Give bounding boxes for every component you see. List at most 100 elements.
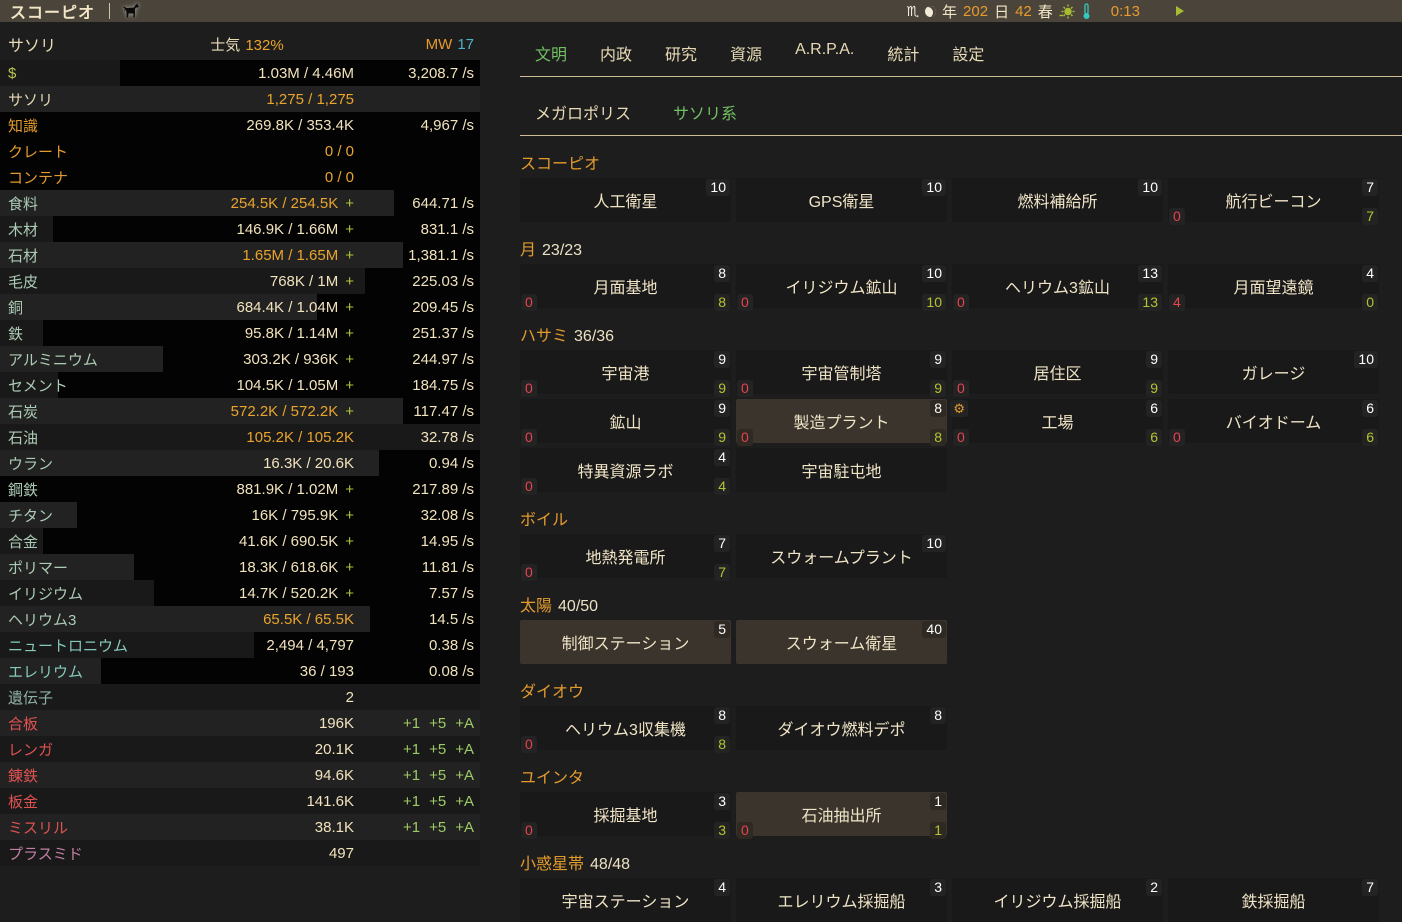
power-on-badge[interactable]: 9	[714, 380, 730, 397]
building-button[interactable]: 鉱山909	[520, 399, 731, 443]
power-on-badge[interactable]: 10	[922, 294, 946, 311]
craft-button[interactable]: +5	[429, 715, 446, 732]
craft-button[interactable]: +1	[403, 741, 420, 758]
trade-buy-button[interactable]: +	[345, 507, 354, 524]
power-on-badge[interactable]: 8	[714, 736, 730, 753]
main-tab[interactable]: 内政	[600, 41, 632, 65]
power-on-badge[interactable]: 9	[714, 429, 730, 446]
power-on-badge[interactable]: 6	[1146, 429, 1162, 446]
building-button[interactable]: 居住区909	[952, 350, 1163, 394]
trade-buy-button[interactable]: +	[345, 559, 354, 576]
building-button[interactable]: 人工衛星10	[520, 178, 731, 222]
building-button[interactable]: 石油抽出所101	[736, 792, 947, 836]
power-on-badge[interactable]: 8	[930, 429, 946, 446]
main-tab[interactable]: A.R.P.A.	[795, 41, 854, 65]
building-button[interactable]: 制御ステーション5	[520, 620, 731, 664]
building-button[interactable]: 宇宙港909	[520, 350, 731, 394]
power-on-badge[interactable]: 9	[930, 380, 946, 397]
power-off-badge[interactable]: 0	[521, 822, 537, 839]
trade-buy-button[interactable]: +	[345, 351, 354, 368]
power-off-badge[interactable]: 0	[953, 380, 969, 397]
building-button[interactable]: 燃料補給所10	[952, 178, 1163, 222]
power-off-badge[interactable]: 0	[521, 736, 537, 753]
building-button[interactable]: 航行ビーコン707	[1168, 178, 1379, 222]
trade-buy-button[interactable]: +	[345, 533, 354, 550]
pet-dog-icon[interactable]	[122, 3, 140, 19]
building-button[interactable]: ダイオウ燃料デポ8	[736, 706, 947, 750]
power-off-badge[interactable]: 0	[953, 294, 969, 311]
trade-buy-button[interactable]: +	[345, 403, 354, 420]
power-off-badge[interactable]: 0	[1169, 429, 1185, 446]
power-on-badge[interactable]: 13	[1138, 294, 1162, 311]
play-button[interactable]	[1176, 6, 1184, 16]
trade-buy-button[interactable]: +	[345, 221, 354, 238]
power-on-badge[interactable]: 3	[714, 822, 730, 839]
building-button[interactable]: 宇宙管制塔909	[736, 350, 947, 394]
main-tab[interactable]: 資源	[730, 41, 762, 65]
building-button[interactable]: スウォームプラント10	[736, 534, 947, 578]
power-off-badge[interactable]: 0	[1169, 208, 1185, 225]
power-on-badge[interactable]: 7	[714, 564, 730, 581]
main-tab[interactable]: 文明	[535, 41, 567, 65]
building-button[interactable]: ガレージ10	[1168, 350, 1379, 394]
building-button[interactable]: GPS衛星10	[736, 178, 947, 222]
power-on-badge[interactable]: 6	[1362, 429, 1378, 446]
trade-buy-button[interactable]: +	[345, 481, 354, 498]
power-off-badge[interactable]: 0	[521, 478, 537, 495]
building-button[interactable]: 地熱発電所707	[520, 534, 731, 578]
craft-button[interactable]: +A	[455, 741, 474, 758]
power-off-badge[interactable]: 4	[1169, 294, 1185, 311]
trade-buy-button[interactable]: +	[345, 585, 354, 602]
main-tab[interactable]: 研究	[665, 41, 697, 65]
power-on-badge[interactable]: 8	[714, 294, 730, 311]
power-on-badge[interactable]: 4	[714, 478, 730, 495]
power-on-badge[interactable]: 7	[1362, 208, 1378, 225]
craft-button[interactable]: +A	[455, 715, 474, 732]
power-off-badge[interactable]: 0	[953, 429, 969, 446]
power-off-badge[interactable]: 0	[737, 294, 753, 311]
building-button[interactable]: 月面基地808	[520, 264, 731, 308]
building-button[interactable]: スウォーム衛星40	[736, 620, 947, 664]
building-button[interactable]: イリジウム鉱山10010	[736, 264, 947, 308]
craft-button[interactable]: +1	[403, 767, 420, 784]
power-on-badge[interactable]: 9	[1146, 380, 1162, 397]
craft-button[interactable]: +A	[455, 767, 474, 784]
settings-gear-icon[interactable]: ⚙	[950, 400, 968, 417]
craft-button[interactable]: +A	[455, 793, 474, 810]
power-off-badge[interactable]: 0	[521, 429, 537, 446]
power-off-badge[interactable]: 0	[521, 294, 537, 311]
power-off-badge[interactable]: 0	[521, 380, 537, 397]
craft-button[interactable]: +1	[403, 819, 420, 836]
building-button[interactable]: 工場606	[952, 399, 1163, 443]
building-button[interactable]: 宇宙駐屯地	[736, 448, 947, 492]
trade-buy-button[interactable]: +	[345, 247, 354, 264]
main-tab[interactable]: 統計	[887, 41, 919, 65]
power-off-badge[interactable]: 0	[737, 380, 753, 397]
sub-tab[interactable]: メガロポリス	[535, 100, 631, 124]
trade-buy-button[interactable]: +	[345, 299, 354, 316]
building-button[interactable]: ヘリウム3収集機808	[520, 706, 731, 750]
craft-button[interactable]: +5	[429, 793, 446, 810]
trade-buy-button[interactable]: +	[345, 325, 354, 342]
building-button[interactable]: ヘリウム3鉱山13013	[952, 264, 1163, 308]
trade-buy-button[interactable]: +	[345, 377, 354, 394]
power-off-badge[interactable]: 0	[521, 564, 537, 581]
craft-button[interactable]: +A	[455, 819, 474, 836]
sub-tab[interactable]: サソリ系	[673, 100, 737, 124]
building-button[interactable]: 特異資源ラボ404	[520, 448, 731, 492]
power-on-badge[interactable]: 1	[930, 822, 946, 839]
craft-button[interactable]: +1	[403, 715, 420, 732]
trade-buy-button[interactable]: +	[345, 273, 354, 290]
craft-button[interactable]: +5	[429, 741, 446, 758]
craft-button[interactable]: +5	[429, 819, 446, 836]
power-off-badge[interactable]: 0	[737, 822, 753, 839]
trade-buy-button[interactable]: +	[345, 195, 354, 212]
power-on-badge[interactable]: 0	[1362, 294, 1378, 311]
craft-button[interactable]: +1	[403, 793, 420, 810]
building-button[interactable]: バイオドーム606	[1168, 399, 1379, 443]
building-button[interactable]: 採掘基地303	[520, 792, 731, 836]
building-button[interactable]: 月面望遠鏡440	[1168, 264, 1379, 308]
power-off-badge[interactable]: 0	[737, 429, 753, 446]
craft-button[interactable]: +5	[429, 767, 446, 784]
building-button[interactable]: 製造プラント808⚙	[736, 399, 947, 443]
